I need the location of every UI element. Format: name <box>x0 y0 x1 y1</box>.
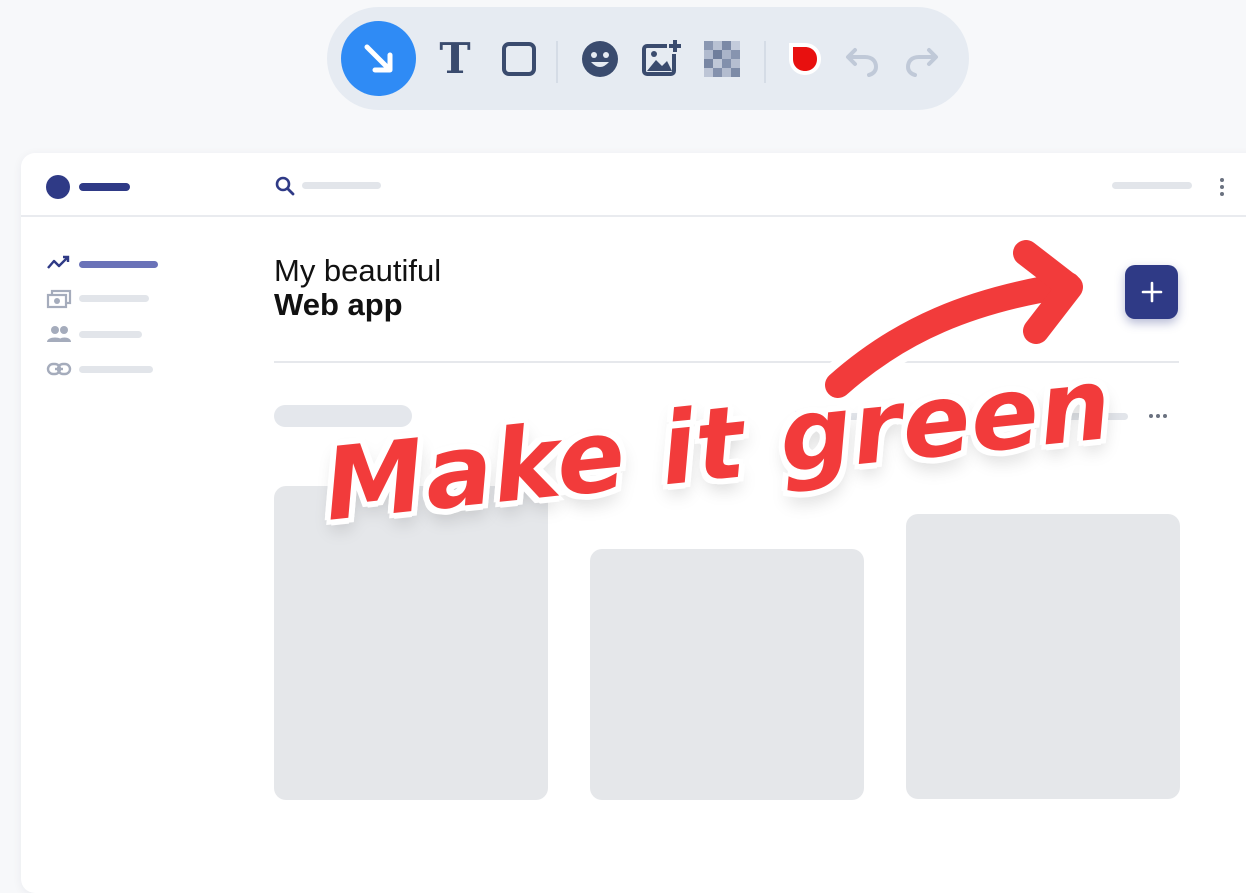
search-input-placeholder[interactable] <box>302 182 381 189</box>
rectangle-icon <box>502 42 536 76</box>
people-icon <box>47 326 71 342</box>
text-icon: T <box>439 34 471 83</box>
toolbar-divider <box>556 41 558 83</box>
text-tool-button[interactable]: T <box>433 37 477 81</box>
pixelate-tool-button[interactable] <box>702 39 742 79</box>
redo-icon <box>905 48 938 77</box>
app-window: My beautiful Web app + <box>21 153 1246 893</box>
content-card <box>906 514 1180 799</box>
cash-icon <box>46 289 72 309</box>
emoji-tool-button[interactable] <box>578 37 622 81</box>
annotation-toolbar: T <box>327 7 969 110</box>
color-picker-icon <box>789 43 821 75</box>
sidebar-item-label <box>79 261 158 268</box>
sidebar-item-label <box>79 331 142 338</box>
logo-text-placeholder <box>79 183 130 191</box>
redo-button[interactable] <box>902 39 942 79</box>
rectangle-tool-button[interactable] <box>497 37 541 81</box>
add-image-icon <box>642 38 683 76</box>
add-button[interactable]: + <box>1125 265 1178 319</box>
arrow-icon <box>364 44 392 72</box>
emoji-icon <box>582 41 618 77</box>
sidebar-item-label <box>79 366 153 373</box>
undo-button[interactable] <box>842 39 882 79</box>
user-name-placeholder <box>1112 182 1192 189</box>
app-topbar <box>21 153 1246 217</box>
analytics-icon <box>47 255 70 269</box>
toolbar-divider <box>764 41 766 83</box>
search-icon[interactable] <box>274 175 296 197</box>
color-picker-button[interactable] <box>785 39 825 79</box>
plus-icon <box>1141 281 1162 303</box>
page-title-light: My beautiful <box>274 253 442 288</box>
undo-icon <box>846 48 879 77</box>
content-card <box>590 549 864 800</box>
pixelate-icon <box>704 41 740 77</box>
logo <box>46 175 70 199</box>
more-vertical-icon[interactable] <box>1215 175 1229 199</box>
arrow-tool-button[interactable] <box>341 21 416 96</box>
page-title-bold: Web app <box>274 287 403 322</box>
sidebar-item-label <box>79 295 149 302</box>
more-horizontal-icon[interactable] <box>1147 410 1169 422</box>
link-icon <box>46 362 72 376</box>
add-image-tool-button[interactable] <box>640 37 684 81</box>
